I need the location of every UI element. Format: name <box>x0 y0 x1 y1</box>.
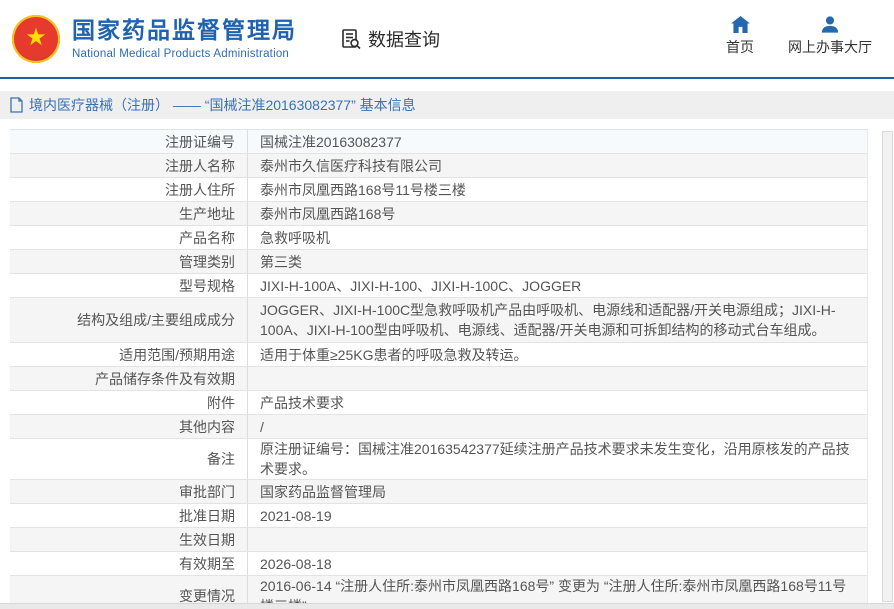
row-label: 管理类别 <box>10 250 248 273</box>
vertical-scrollbar[interactable] <box>882 131 893 602</box>
row-label: 备注 <box>10 439 248 479</box>
row-value: 国械注准20163082377 <box>248 130 867 153</box>
row-value: JIXI-H-100A、JIXI-H-100、JIXI-H-100C、JOGGE… <box>248 274 867 297</box>
data-query-label: 数据查询 <box>368 26 440 52</box>
user-icon <box>821 16 839 33</box>
row-value: 2021-08-19 <box>248 504 867 527</box>
row-label: 其他内容 <box>10 415 248 438</box>
national-emblem-logo: ★ <box>12 15 60 63</box>
row-label: 注册证编号 <box>10 130 248 153</box>
table-row: 附件 产品技术要求 <box>10 391 867 415</box>
table-row: 注册人住所 泰州市凤凰西路168号11号楼三楼 <box>10 178 867 202</box>
row-value: 国家药品监督管理局 <box>248 480 867 503</box>
row-value: 2026-08-18 <box>248 552 867 575</box>
home-icon <box>731 16 750 33</box>
row-value <box>248 528 867 551</box>
registration-table-wrap: 注册证编号 国械注准20163082377 注册人名称 泰州市久信医疗科技有限公… <box>10 129 882 609</box>
site-title-block: 国家药品监督管理局 National Medical Products Admi… <box>72 17 297 60</box>
data-query-entry[interactable]: 数据查询 <box>339 26 440 52</box>
site-title: 国家药品监督管理局 <box>72 17 297 45</box>
table-row: 适用范围/预期用途 适用于体重≥25KG患者的呼吸急救及转运。 <box>10 343 867 367</box>
table-row: 管理类别 第三类 <box>10 250 867 274</box>
row-value: / <box>248 415 867 438</box>
breadcrumb: 境内医疗器械（注册） —— “国械注准20163082377” 基本信息 <box>0 91 894 119</box>
table-row: 产品名称 急救呼吸机 <box>10 226 867 250</box>
nav-home-label: 首页 <box>726 37 754 57</box>
row-value: 急救呼吸机 <box>248 226 867 249</box>
row-label: 结构及组成/主要组成成分 <box>10 298 248 342</box>
row-label: 生产地址 <box>10 202 248 225</box>
row-label: 有效期至 <box>10 552 248 575</box>
row-label: 注册人名称 <box>10 154 248 177</box>
row-value: 适用于体重≥25KG患者的呼吸急救及转运。 <box>248 343 867 366</box>
row-label: 批准日期 <box>10 504 248 527</box>
breadcrumb-text: 境内医疗器械（注册） —— “国械注准20163082377” 基本信息 <box>29 95 416 115</box>
table-row: 备注 原注册证编号：国械注准20163542377延续注册产品技术要求未发生变化… <box>10 439 867 480</box>
row-value: 第三类 <box>248 250 867 273</box>
row-value <box>248 367 867 390</box>
row-label: 审批部门 <box>10 480 248 503</box>
row-value: 产品技术要求 <box>248 391 867 414</box>
row-label: 生效日期 <box>10 528 248 551</box>
page: ★ 国家药品监督管理局 National Medical Products Ad… <box>0 0 894 609</box>
row-label: 型号规格 <box>10 274 248 297</box>
row-label: 适用范围/预期用途 <box>10 343 248 366</box>
row-label: 产品储存条件及有效期 <box>10 367 248 390</box>
nav-item-home[interactable]: 首页 <box>726 16 754 57</box>
table-row: 有效期至 2026-08-18 <box>10 552 867 576</box>
site-subtitle: National Medical Products Administration <box>72 48 297 60</box>
registration-table: 注册证编号 国械注准20163082377 注册人名称 泰州市久信医疗科技有限公… <box>10 129 868 609</box>
table-row: 注册证编号 国械注准20163082377 <box>10 130 867 154</box>
table-row: 生效日期 <box>10 528 867 552</box>
table-row: 注册人名称 泰州市久信医疗科技有限公司 <box>10 154 867 178</box>
row-label: 产品名称 <box>10 226 248 249</box>
row-value: 原注册证编号：国械注准20163542377延续注册产品技术要求未发生变化，沿用… <box>248 439 867 479</box>
table-row: 审批部门 国家药品监督管理局 <box>10 480 867 504</box>
table-row: 批准日期 2021-08-19 <box>10 504 867 528</box>
row-label: 注册人住所 <box>10 178 248 201</box>
row-value: 泰州市久信医疗科技有限公司 <box>248 154 867 177</box>
table-row: 其他内容 / <box>10 415 867 439</box>
document-icon <box>10 97 23 113</box>
table-row: 结构及组成/主要组成成分 JOGGER、JIXI-H-100C型急救呼吸机产品由… <box>10 298 867 343</box>
doc-search-icon <box>339 27 363 51</box>
horizontal-scrollbar[interactable] <box>0 603 894 609</box>
table-row: 产品储存条件及有效期 <box>10 367 867 391</box>
header: ★ 国家药品监督管理局 National Medical Products Ad… <box>0 0 894 79</box>
header-nav: 首页 网上办事大厅 <box>726 16 872 57</box>
row-label: 附件 <box>10 391 248 414</box>
table-row: 型号规格 JIXI-H-100A、JIXI-H-100、JIXI-H-100C、… <box>10 274 867 298</box>
nav-service-hall-label: 网上办事大厅 <box>788 37 872 57</box>
row-value: 泰州市凤凰西路168号 <box>248 202 867 225</box>
nav-item-service-hall[interactable]: 网上办事大厅 <box>788 16 872 57</box>
table-row: 生产地址 泰州市凤凰西路168号 <box>10 202 867 226</box>
row-value: 泰州市凤凰西路168号11号楼三楼 <box>248 178 867 201</box>
emblem-star-icon: ★ <box>25 26 47 50</box>
row-value: JOGGER、JIXI-H-100C型急救呼吸机产品由呼吸机、电源线和适配器/开… <box>248 298 867 342</box>
